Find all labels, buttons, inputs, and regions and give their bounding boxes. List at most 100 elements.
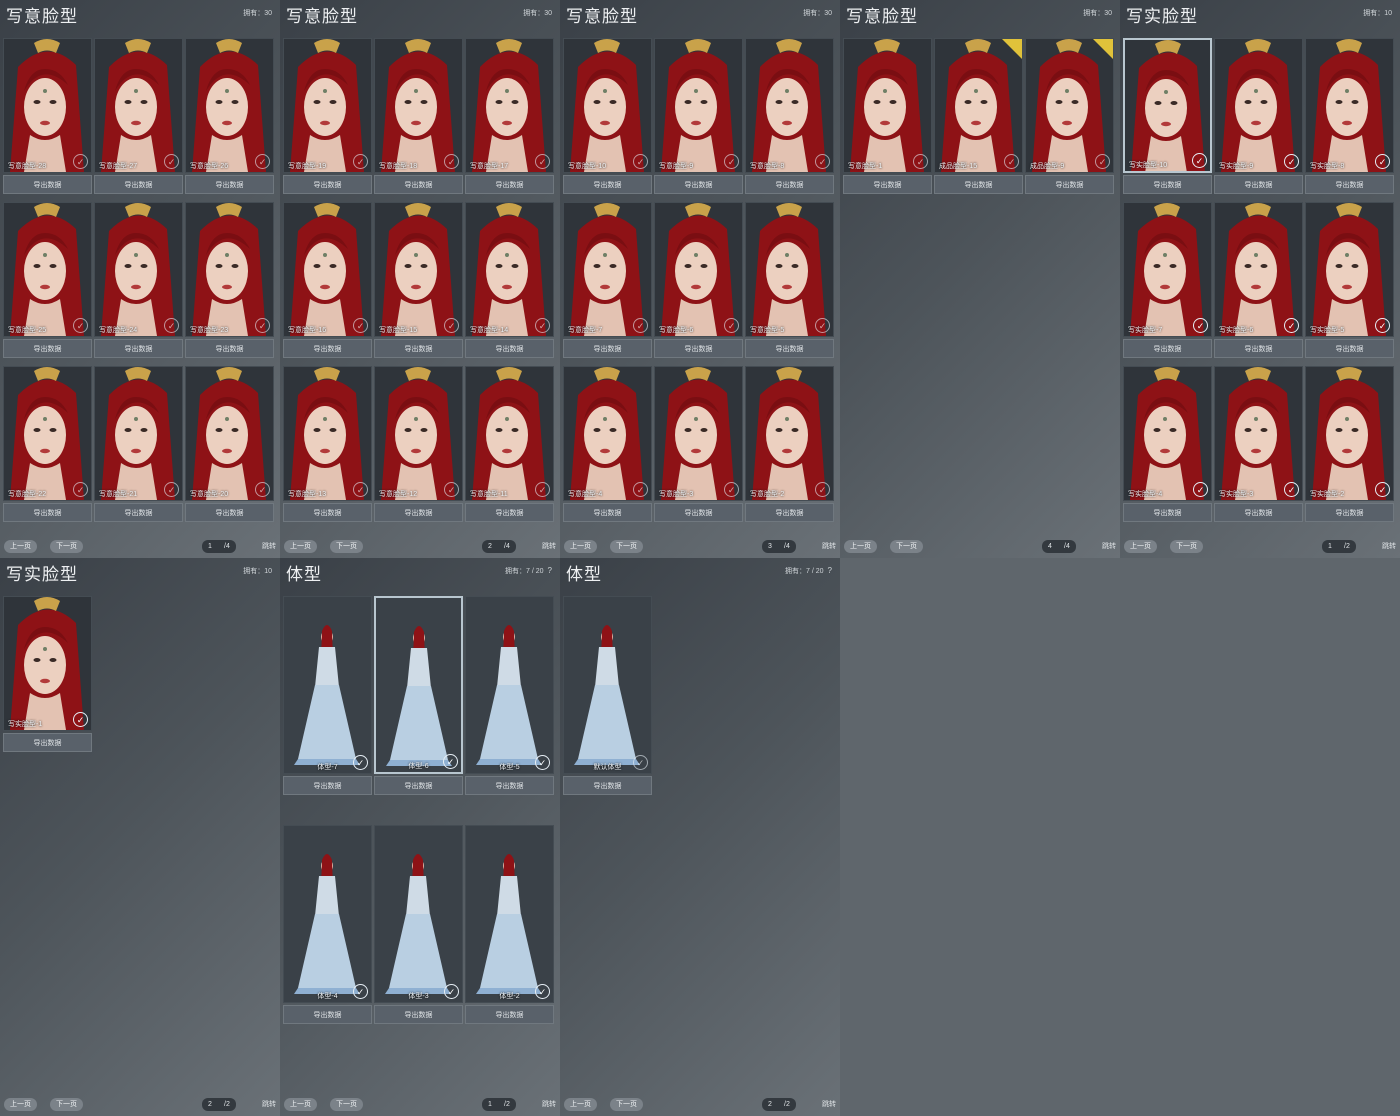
card-thumbnail[interactable]: 写意脸型-20 ✓ — [185, 366, 274, 501]
card-thumbnail[interactable]: 写意脸型-8 ✓ — [745, 38, 834, 173]
page-number-field[interactable]: 2/2 — [762, 1098, 796, 1111]
card-thumbnail[interactable]: 写意脸型-2 ✓ — [745, 366, 834, 501]
card-thumbnail[interactable]: 写意脸型-27 ✓ — [94, 38, 183, 173]
export-data-button[interactable]: 导出数据 — [1305, 339, 1394, 358]
export-data-button[interactable]: 导出数据 — [465, 776, 554, 795]
export-data-button[interactable]: 导出数据 — [745, 503, 834, 522]
export-data-button[interactable]: 导出数据 — [1123, 339, 1212, 358]
card-thumbnail[interactable]: 写实脸型-10 ✓ — [1123, 38, 1212, 173]
jump-button[interactable]: 跳转 — [262, 540, 276, 553]
export-data-button[interactable]: 导出数据 — [843, 175, 932, 194]
card-thumbnail[interactable]: 写意脸型-4 ✓ — [563, 366, 652, 501]
export-data-button[interactable]: 导出数据 — [374, 175, 463, 194]
export-data-button[interactable]: 导出数据 — [1123, 503, 1212, 522]
jump-button[interactable]: 跳转 — [542, 540, 556, 553]
export-data-button[interactable]: 导出数据 — [1123, 175, 1212, 194]
jump-button[interactable]: 跳转 — [1102, 540, 1116, 553]
next-page-button[interactable]: 下一页 — [1170, 540, 1203, 553]
prev-page-button[interactable]: 上一页 — [844, 540, 877, 553]
export-data-button[interactable]: 导出数据 — [563, 175, 652, 194]
card-thumbnail[interactable]: 写意脸型-12 ✓ — [374, 366, 463, 501]
card-thumbnail[interactable]: 写意脸型-28 ✓ — [3, 38, 92, 173]
card-thumbnail[interactable]: 写意脸型-22 ✓ — [3, 366, 92, 501]
export-data-button[interactable]: 导出数据 — [1025, 175, 1114, 194]
export-data-button[interactable]: 导出数据 — [563, 776, 652, 795]
card-thumbnail[interactable]: 写意脸型-18 ✓ — [374, 38, 463, 173]
export-data-button[interactable]: 导出数据 — [283, 776, 372, 795]
card-thumbnail[interactable]: 体型-4 ✓ — [283, 825, 372, 1003]
card-thumbnail[interactable]: 成品脸型-9 ✓ — [1025, 38, 1114, 173]
card-thumbnail[interactable]: 写意脸型-11 ✓ — [465, 366, 554, 501]
export-data-button[interactable]: 导出数据 — [934, 175, 1023, 194]
card-thumbnail[interactable]: 体型-2 ✓ — [465, 825, 554, 1003]
export-data-button[interactable]: 导出数据 — [3, 339, 92, 358]
next-page-button[interactable]: 下一页 — [890, 540, 923, 553]
next-page-button[interactable]: 下一页 — [330, 1098, 363, 1111]
export-data-button[interactable]: 导出数据 — [283, 339, 372, 358]
card-thumbnail[interactable]: 成品脸型-15 ✓ — [934, 38, 1023, 173]
prev-page-button[interactable]: 上一页 — [4, 540, 37, 553]
export-data-button[interactable]: 导出数据 — [1214, 339, 1303, 358]
export-data-button[interactable]: 导出数据 — [1305, 503, 1394, 522]
card-thumbnail[interactable]: 写意脸型-17 ✓ — [465, 38, 554, 173]
card-thumbnail[interactable]: 体型-3 ✓ — [374, 825, 463, 1003]
card-thumbnail[interactable]: 写意脸型-24 ✓ — [94, 202, 183, 337]
export-data-button[interactable]: 导出数据 — [374, 776, 463, 795]
jump-button[interactable]: 跳转 — [262, 1098, 276, 1111]
card-thumbnail[interactable]: 写意脸型-6 ✓ — [654, 202, 743, 337]
page-number-field[interactable]: 4/4 — [1042, 540, 1076, 553]
card-thumbnail[interactable]: 写意脸型-21 ✓ — [94, 366, 183, 501]
page-number-field[interactable]: 3/4 — [762, 540, 796, 553]
next-page-button[interactable]: 下一页 — [610, 1098, 643, 1111]
card-thumbnail[interactable]: 写实脸型-3 ✓ — [1214, 366, 1303, 501]
export-data-button[interactable]: 导出数据 — [745, 175, 834, 194]
card-thumbnail[interactable]: 默认体型 ✓ — [563, 596, 652, 774]
card-thumbnail[interactable]: 写意脸型-23 ✓ — [185, 202, 274, 337]
export-data-button[interactable]: 导出数据 — [465, 503, 554, 522]
export-data-button[interactable]: 导出数据 — [1214, 503, 1303, 522]
card-thumbnail[interactable]: 写意脸型-9 ✓ — [654, 38, 743, 173]
jump-button[interactable]: 跳转 — [822, 540, 836, 553]
page-number-field[interactable]: 2/2 — [202, 1098, 236, 1111]
card-thumbnail[interactable]: 写意脸型-10 ✓ — [563, 38, 652, 173]
help-icon[interactable]: ? — [828, 566, 832, 575]
jump-button[interactable]: 跳转 — [542, 1098, 556, 1111]
prev-page-button[interactable]: 上一页 — [1124, 540, 1157, 553]
card-thumbnail[interactable]: 写实脸型-7 ✓ — [1123, 202, 1212, 337]
jump-button[interactable]: 跳转 — [822, 1098, 836, 1111]
card-thumbnail[interactable]: 写实脸型-8 ✓ — [1305, 38, 1394, 173]
export-data-button[interactable]: 导出数据 — [465, 175, 554, 194]
card-thumbnail[interactable]: 写实脸型-6 ✓ — [1214, 202, 1303, 337]
prev-page-button[interactable]: 上一页 — [284, 1098, 317, 1111]
card-thumbnail[interactable]: 写意脸型-15 ✓ — [374, 202, 463, 337]
next-page-button[interactable]: 下一页 — [50, 540, 83, 553]
prev-page-button[interactable]: 上一页 — [4, 1098, 37, 1111]
jump-button[interactable]: 跳转 — [1382, 540, 1396, 553]
export-data-button[interactable]: 导出数据 — [94, 339, 183, 358]
export-data-button[interactable]: 导出数据 — [94, 503, 183, 522]
export-data-button[interactable]: 导出数据 — [563, 503, 652, 522]
export-data-button[interactable]: 导出数据 — [94, 175, 183, 194]
card-thumbnail[interactable]: 写意脸型-14 ✓ — [465, 202, 554, 337]
card-thumbnail[interactable]: 体型-7 ✓ — [283, 596, 372, 774]
card-thumbnail[interactable]: 写意脸型-25 ✓ — [3, 202, 92, 337]
help-icon[interactable]: ? — [548, 566, 552, 575]
export-data-button[interactable]: 导出数据 — [1214, 175, 1303, 194]
export-data-button[interactable]: 导出数据 — [465, 1005, 554, 1024]
card-thumbnail[interactable]: 体型-6 ✓ — [374, 596, 463, 774]
page-number-field[interactable]: 2/4 — [482, 540, 516, 553]
export-data-button[interactable]: 导出数据 — [654, 503, 743, 522]
card-thumbnail[interactable]: 写意脸型-5 ✓ — [745, 202, 834, 337]
card-thumbnail[interactable]: 体型-5 ✓ — [465, 596, 554, 774]
card-thumbnail[interactable]: 写意脸型-26 ✓ — [185, 38, 274, 173]
card-thumbnail[interactable]: 写实脸型-1 ✓ — [3, 596, 92, 731]
page-number-field[interactable]: 1/2 — [1322, 540, 1356, 553]
export-data-button[interactable]: 导出数据 — [374, 339, 463, 358]
card-thumbnail[interactable]: 写意脸型-3 ✓ — [654, 366, 743, 501]
card-thumbnail[interactable]: 写意脸型-1 ✓ — [843, 38, 932, 173]
card-thumbnail[interactable]: 写意脸型-13 ✓ — [283, 366, 372, 501]
card-thumbnail[interactable]: 写实脸型-2 ✓ — [1305, 366, 1394, 501]
card-thumbnail[interactable]: 写实脸型-9 ✓ — [1214, 38, 1303, 173]
export-data-button[interactable]: 导出数据 — [283, 1005, 372, 1024]
export-data-button[interactable]: 导出数据 — [654, 339, 743, 358]
